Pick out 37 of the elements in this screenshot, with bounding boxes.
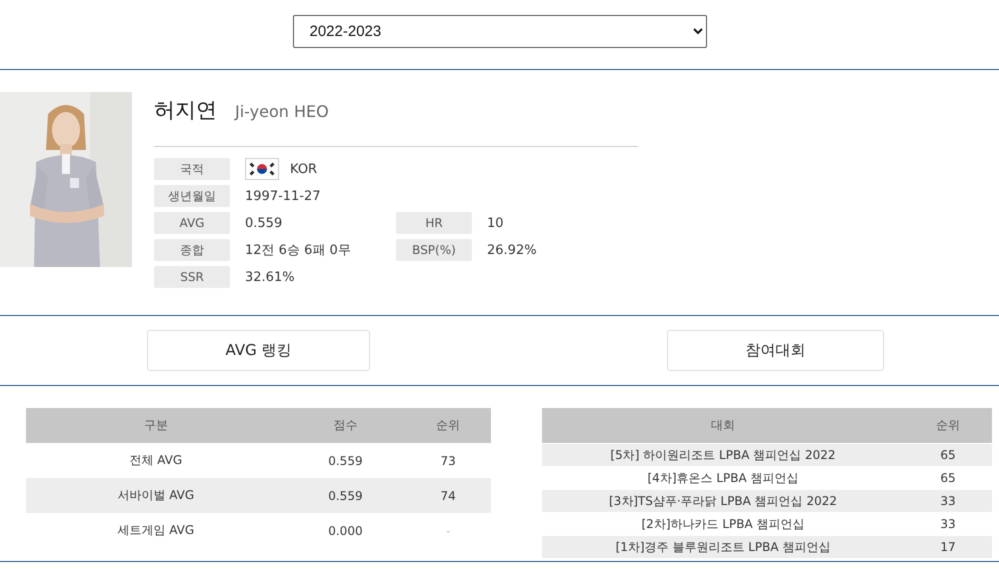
column-header: 구분: [26, 408, 286, 443]
player-english-name: Ji-yeon HEO: [235, 102, 329, 121]
info-value: 0.559: [245, 216, 282, 230]
info-label: 국적: [154, 158, 230, 180]
table-cell: 33: [904, 490, 992, 512]
column-header: 순위: [405, 408, 491, 443]
table-cell: 서바이벌 AVG: [26, 478, 286, 513]
table-cell: [5차] 하이원리조트 LPBA 챔피언십 2022: [542, 444, 904, 466]
info-label: 생년월일: [154, 185, 230, 207]
table-cell: [1차]경주 블루원리조트 LPBA 챔피언십: [542, 536, 904, 558]
info-label: SSR: [154, 266, 230, 288]
info-value: 1997-11-27: [245, 188, 321, 204]
table-cell: 73: [405, 443, 491, 478]
info-value: KOR: [290, 162, 318, 176]
table-cell: 전체 AVG: [26, 443, 286, 478]
column-header: 점수: [286, 408, 406, 443]
column-header: 대회: [542, 408, 904, 444]
table-cell: 0.559: [286, 478, 406, 513]
player-name: 허지연: [154, 97, 217, 124]
info-label: HR: [396, 212, 472, 234]
table-cell: 74: [405, 478, 491, 513]
avg-ranking-button[interactable]: AVG 랭킹: [147, 330, 370, 371]
info-value: 10: [487, 216, 504, 230]
info-label: AVG: [154, 212, 230, 234]
info-value: 26.92%: [487, 242, 537, 258]
flag-icon: [245, 158, 279, 180]
column-header: 순위: [904, 408, 992, 444]
season-select[interactable]: 2022-2023: [292, 15, 706, 48]
table-cell: 0.559: [286, 443, 406, 478]
info-value: 32.61%: [245, 270, 295, 284]
info-label: BSP(%): [396, 239, 472, 261]
table-cell: 17: [904, 536, 992, 558]
table-cell: [3차]TS샴푸·푸라닭 LPBA 챔피언십 2022: [542, 490, 904, 512]
tournaments-button[interactable]: 참여대회: [667, 330, 884, 371]
info-value: 12전 6승 6패 0무: [245, 242, 351, 259]
info-label: 종합: [154, 239, 230, 261]
table-cell: 65: [904, 444, 992, 466]
